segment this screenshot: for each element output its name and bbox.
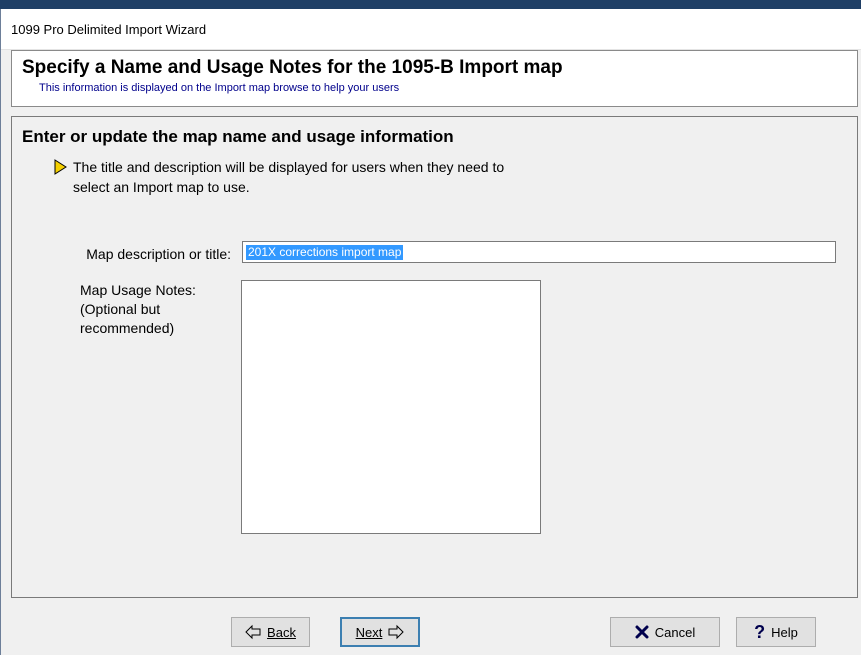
window-title: 1099 Pro Delimited Import Wizard (11, 22, 207, 37)
map-description-value[interactable]: 201X corrections import map (246, 245, 404, 260)
usage-notes-label: Map Usage Notes: (Optional but recommend… (80, 281, 196, 338)
next-button-label: Next (355, 624, 383, 640)
usage-notes-label-line-1: Map Usage Notes: (80, 282, 196, 298)
back-button-label: Back (267, 624, 296, 640)
help-button[interactable]: ? Help (736, 617, 816, 647)
usage-notes-label-line-2: (Optional but (80, 301, 161, 317)
cancel-button[interactable]: Cancel (610, 617, 720, 647)
page-title: Specify a Name and Usage Notes for the 1… (22, 57, 563, 78)
page-subtitle: This information is displayed on the Imp… (39, 82, 400, 94)
next-button[interactable]: Next (340, 617, 420, 647)
title-bar: 1099 Pro Delimited Import Wizard (1, 9, 861, 50)
wizard-window: 1099 Pro Delimited Import Wizard Specify… (0, 9, 861, 655)
usage-notes-label-line-3: recommended) (80, 320, 175, 336)
section-heading: Enter or update the map name and usage i… (22, 127, 454, 146)
usage-notes-textarea[interactable] (241, 280, 541, 534)
info-line-2: select an Import map to use. (73, 179, 250, 195)
arrow-left-outline-icon (245, 624, 261, 640)
help-button-label: Help (771, 624, 798, 640)
info-text: The title and description will be displa… (73, 157, 673, 197)
wizard-header: Specify a Name and Usage Notes for the 1… (11, 50, 858, 107)
description-label: Map description or title: (86, 246, 231, 262)
cancel-button-label: Cancel (654, 624, 696, 640)
map-description-input[interactable]: 201X corrections import map (242, 241, 836, 263)
back-button[interactable]: Back (231, 617, 310, 647)
arrow-right-outline-icon (388, 624, 405, 640)
x-icon (635, 625, 649, 639)
content-panel: Enter or update the map name and usage i… (11, 116, 858, 598)
info-line-1: The title and description will be displa… (73, 159, 505, 175)
triangle-right-icon (54, 159, 67, 175)
question-mark-icon: ? (754, 621, 766, 642)
